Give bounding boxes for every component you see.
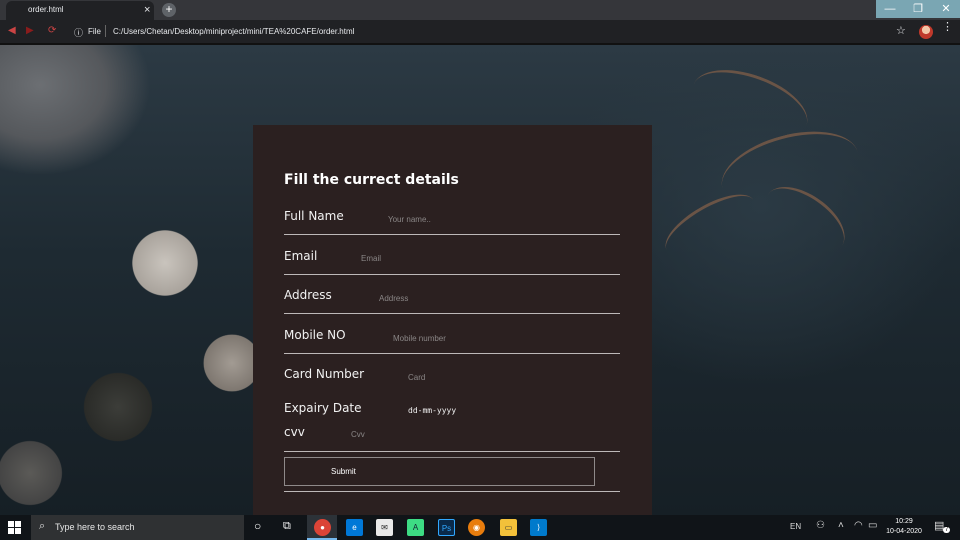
- browser-tab[interactable]: order.html ×: [6, 1, 154, 20]
- new-tab-button[interactable]: +: [162, 3, 176, 17]
- file-explorer-icon[interactable]: ▭: [500, 519, 517, 536]
- minimize-button[interactable]: —: [876, 0, 904, 18]
- expiry-date-input[interactable]: dd-mm-yyyy: [408, 406, 456, 415]
- clock-date: 10-04-2020: [886, 528, 922, 535]
- reload-icon[interactable]: ⟳: [48, 25, 56, 36]
- tab-close-icon[interactable]: ×: [144, 3, 150, 17]
- search-placeholder: Type here to search: [55, 522, 135, 532]
- divider: [284, 234, 620, 235]
- page-background: Fill the currect details Full Name Email…: [0, 45, 960, 515]
- full-name-label: Full Name: [284, 209, 344, 223]
- file-scheme-label: File: [88, 27, 101, 36]
- battery-icon[interactable]: ▭: [868, 520, 877, 531]
- taskbar-search-box[interactable]: ⌕ Type here to search: [31, 515, 244, 540]
- task-view-icon[interactable]: ⧉: [283, 520, 291, 533]
- bookmark-star-icon[interactable]: ☆: [896, 24, 906, 37]
- divider: [284, 274, 620, 275]
- address-bar: ◀ ▶ ⟳ ⓘ File C:/Users/Chetan/Desktop/min…: [0, 20, 960, 44]
- close-window-button[interactable]: ✕: [932, 0, 960, 18]
- mobile-label: Mobile NO: [284, 328, 346, 342]
- submit-button[interactable]: Submit: [284, 457, 595, 486]
- cortana-icon[interactable]: ○: [254, 519, 261, 533]
- divider: [284, 353, 620, 354]
- taskbar: ⌕ Type here to search ○ ⧉ ● e ✉ A Ps ◉ ▭…: [0, 515, 960, 540]
- expiry-date-label: Expairy Date: [284, 401, 362, 415]
- cvv-input[interactable]: [351, 427, 471, 441]
- clock-time: 10:29: [895, 518, 913, 525]
- divider: [284, 313, 620, 314]
- order-form: Fill the currect details Full Name Email…: [253, 125, 652, 515]
- windows-start-icon[interactable]: [8, 521, 21, 534]
- url-divider: [105, 25, 106, 37]
- back-icon[interactable]: ◀: [8, 25, 16, 36]
- address-label: Address: [284, 288, 332, 302]
- search-icon: ⌕: [39, 520, 46, 532]
- show-hidden-icons[interactable]: ˄: [838, 520, 844, 531]
- blender-icon[interactable]: ◉: [468, 519, 485, 536]
- decorative-twig: [656, 182, 764, 268]
- photoshop-icon[interactable]: Ps: [438, 519, 455, 536]
- mobile-input[interactable]: [393, 331, 613, 345]
- notification-count-badge: 7: [943, 527, 951, 533]
- browser-tab-bar: order.html × + — ❐ ✕: [0, 0, 960, 20]
- divider: [284, 491, 620, 492]
- address-input[interactable]: [379, 291, 609, 305]
- android-studio-icon[interactable]: A: [407, 519, 424, 536]
- menu-icon[interactable]: ⋮: [942, 22, 953, 33]
- language-indicator[interactable]: EN: [790, 522, 801, 531]
- people-icon[interactable]: ⚇: [816, 520, 825, 531]
- profile-avatar[interactable]: [919, 25, 933, 39]
- email-label: Email: [284, 249, 318, 263]
- tab-title: order.html: [28, 5, 64, 14]
- system-clock[interactable]: 10:29 10-04-2020: [884, 517, 924, 537]
- url-field[interactable]: C:/Users/Chetan/Desktop/miniproject/mini…: [113, 27, 354, 36]
- edge-icon[interactable]: e: [346, 519, 363, 536]
- card-number-input[interactable]: [408, 370, 608, 384]
- card-number-label: Card Number: [284, 367, 365, 381]
- full-name-input[interactable]: [388, 212, 608, 226]
- form-title: Fill the currect details: [284, 172, 459, 188]
- network-icon[interactable]: ◠: [854, 520, 863, 531]
- email-input[interactable]: [361, 251, 601, 265]
- forward-icon[interactable]: ▶: [26, 25, 34, 36]
- info-icon[interactable]: ⓘ: [74, 26, 83, 39]
- mail-icon[interactable]: ✉: [376, 519, 393, 536]
- divider: [284, 451, 620, 452]
- cvv-label: cvv: [284, 425, 305, 439]
- maximize-button[interactable]: ❐: [904, 0, 932, 18]
- vscode-icon[interactable]: ⟩: [530, 519, 547, 536]
- chrome-icon[interactable]: ●: [314, 519, 331, 536]
